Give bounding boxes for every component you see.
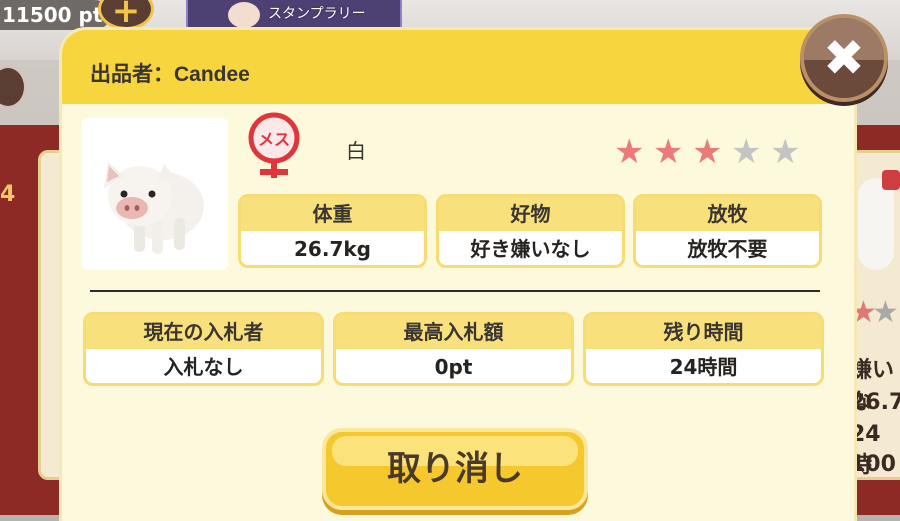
grazing-label: 放牧 [636,197,819,231]
grazing-value: 放牧不要 [687,237,768,261]
star-icon: ★ [653,132,684,172]
background-gender-badge [882,170,900,190]
current-bidder-value: 入札なし [163,355,244,379]
star-icon: ★ [770,132,801,172]
seller-label: 出品者：Candee [90,63,250,86]
cancel-button-label: 取り消し [387,449,523,489]
pig-image [82,118,228,270]
weight-label: 体重 [241,197,424,231]
highest-bid-value: 0pt [434,355,473,379]
time-remaining-value: 24時間 [669,355,738,379]
pig-color-label: 白 [346,139,366,163]
star-icon: ★ [731,132,762,172]
stamp-rally-label: スタンプラリー [268,6,366,22]
star-icon: ★ [614,132,645,172]
stamp-rally-icon [228,2,260,28]
weight-value: 26.7kg [294,237,371,261]
cancel-listing-button[interactable]: 取り消し [322,428,588,510]
time-remaining-card: 残り時間 24時間 [583,312,824,386]
background-card-text: 26.7 [850,390,900,415]
female-icon: メス [248,112,300,178]
background-left-number: 4 [0,182,16,207]
favorite-food-label: 好物 [439,197,622,231]
dialog-header: 出品者：Candee [62,30,854,104]
time-remaining-label: 残り時間 [586,315,821,349]
highest-bid-card: 最高入札額 0pt [333,312,574,386]
grazing-card: 放牧 放牧不要 [633,194,822,268]
weight-card: 体重 26.7kg [238,194,427,268]
favorite-food-value: 好き嫌いなし [470,237,591,261]
stamp-rally-banner[interactable]: スタンプラリー [186,0,402,30]
current-bidder-label: 現在の入札者 [86,315,321,349]
female-icon-text: メス [258,130,290,149]
background-pig-image [858,178,894,270]
favorite-food-card: 好物 好き嫌いなし [436,194,625,268]
points-counter: 11500 pt [0,0,110,30]
close-icon: ✖ [823,29,865,87]
pig-illustration [104,162,204,254]
section-divider [90,290,820,292]
rating-stars: ★ ★ ★ ★ ★ [614,133,809,171]
star-icon: ★ [692,132,723,172]
highest-bid-label: 最高入札額 [336,315,571,349]
background-card-text: 100 [850,452,896,477]
close-button[interactable]: ✖ [800,14,888,102]
current-bidder-card: 現在の入札者 入札なし [83,312,324,386]
background-star-icon: ★ [872,295,899,330]
